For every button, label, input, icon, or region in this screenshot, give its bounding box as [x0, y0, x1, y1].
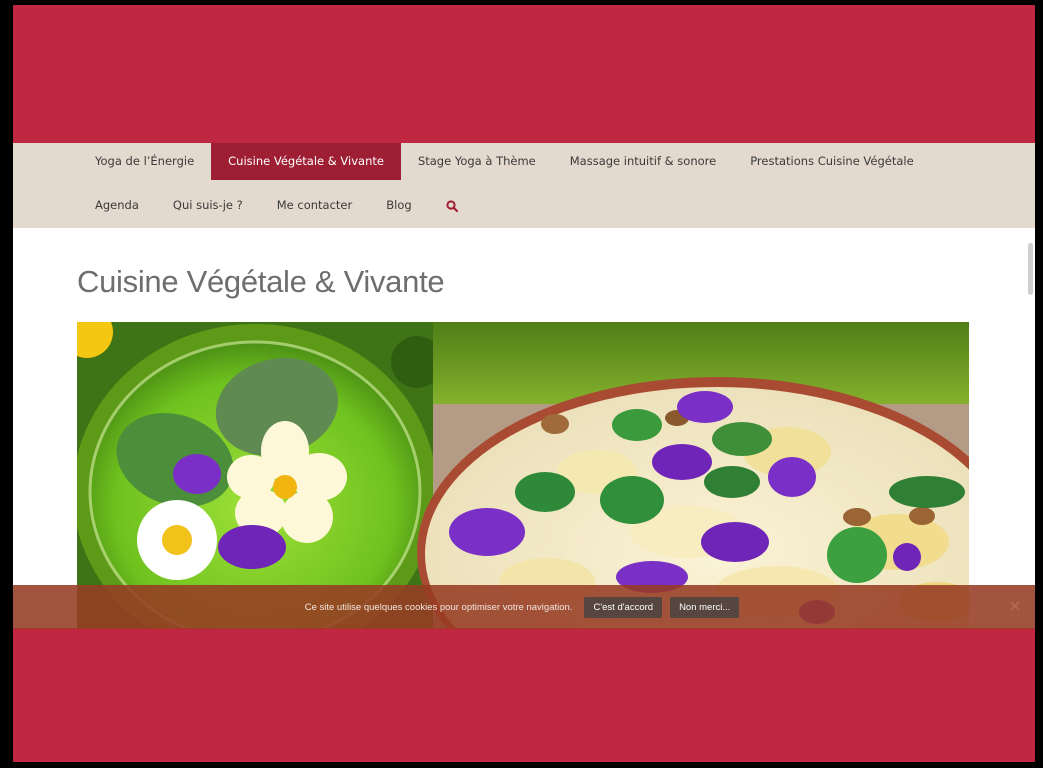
nav-row-primary: Yoga de l’Énergie Cuisine Végétale & Viv… [13, 143, 931, 180]
nav-item-qui-suis-je[interactable]: Qui suis-je ? [156, 187, 260, 224]
search-icon [446, 199, 458, 212]
cookie-accept-button[interactable]: C'est d'accord [584, 596, 663, 618]
cookie-message: Ce site utilise quelques cookies pour op… [304, 601, 573, 613]
nav-item-contact[interactable]: Me contacter [260, 187, 370, 224]
cookie-decline-button[interactable]: Non merci... [670, 596, 740, 618]
nav-item-cuisine-vegetale[interactable]: Cuisine Végétale & Vivante [211, 143, 401, 180]
main-navigation: Yoga de l’Énergie Cuisine Végétale & Viv… [13, 143, 1035, 228]
scrollbar[interactable] [1028, 243, 1033, 295]
nav-item-prestations[interactable]: Prestations Cuisine Végétale [733, 143, 930, 180]
hero-photo-collage [77, 322, 969, 628]
close-icon[interactable] [1008, 599, 1022, 613]
hero-image [77, 322, 969, 628]
nav-item-blog[interactable]: Blog [369, 187, 428, 224]
page-content: Cuisine Végétale & Vivante [13, 228, 1035, 628]
nav-item-massage[interactable]: Massage intuitif & sonore [553, 143, 733, 180]
nav-item-agenda[interactable]: Agenda [78, 187, 156, 224]
browser-viewport: Yoga de l’Énergie Cuisine Végétale & Viv… [13, 5, 1035, 762]
nav-item-stage-yoga[interactable]: Stage Yoga à Thème [401, 143, 553, 180]
nav-row-secondary: Agenda Qui suis-je ? Me contacter Blog [13, 187, 475, 224]
nav-item-yoga-energie[interactable]: Yoga de l’Énergie [78, 143, 211, 180]
page-title: Cuisine Végétale & Vivante [77, 264, 445, 299]
search-button[interactable] [429, 187, 475, 224]
cookie-consent-bar: Ce site utilise quelques cookies pour op… [13, 585, 1035, 629]
